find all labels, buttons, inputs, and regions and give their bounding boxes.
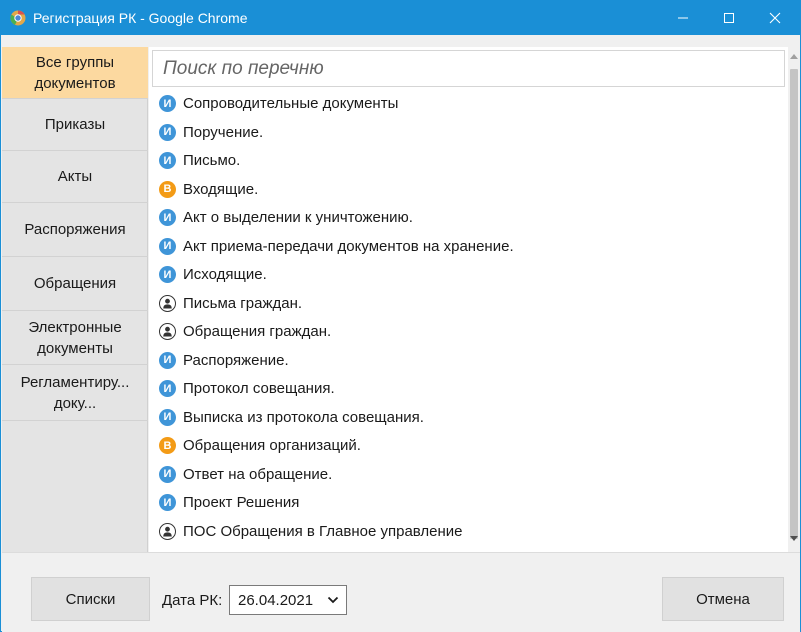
close-button[interactable] <box>752 1 798 35</box>
list-item[interactable]: Письма граждан. <box>149 290 787 318</box>
document-type-label: Поручение. <box>183 123 264 141</box>
date-value: 26.04.2021 <box>238 591 314 609</box>
type-i-badge-icon: И <box>159 266 176 283</box>
document-type-label: Ответ на обращение. <box>183 465 333 483</box>
sidebar-item-orders[interactable]: Приказы <box>2 99 148 151</box>
scrollbar-thumb[interactable] <box>790 69 798 539</box>
list-item[interactable]: И Ответ на обращение. <box>149 461 787 489</box>
person-icon <box>159 323 176 340</box>
list-item[interactable]: И Акт о выделении к уничтожению. <box>149 204 787 232</box>
sidebar-item-appeals[interactable]: Обращения <box>2 257 148 311</box>
document-list[interactable]: И Сопроводительные документы И Поручение. И П… <box>149 90 787 552</box>
lists-button[interactable]: Списки <box>31 577 150 621</box>
maximize-icon <box>724 13 734 23</box>
type-i-badge-icon: И <box>159 123 176 141</box>
title-bar[interactable]: Регистрация РК - Google Chrome <box>1 1 800 35</box>
document-type-label: Обращения граждан. <box>183 323 332 340</box>
document-type-label: Исходящие. <box>183 266 267 283</box>
type-b-badge-icon: В <box>159 437 176 454</box>
document-type-label: Выписка из протокола совещания. <box>183 408 424 426</box>
type-b-badge-icon: В <box>159 180 176 198</box>
sidebar-item-electronic-docs[interactable]: Электронные документы <box>2 311 148 365</box>
document-type-label: Обращения организаций. <box>183 437 361 454</box>
document-type-label: Входящие. <box>183 180 259 198</box>
type-i-badge-icon: И <box>159 351 176 369</box>
type-i-badge-icon: И <box>159 237 176 255</box>
group-sidebar: Все группы документов Приказы Акты Распо… <box>2 47 148 552</box>
document-type-label: Письма граждан. <box>183 294 303 312</box>
list-item[interactable]: И Проект Решения <box>149 489 787 517</box>
window-title: Регистрация РК - Google Chrome <box>33 10 248 26</box>
document-type-label: Проект Решения <box>183 494 300 511</box>
document-type-label: ПОС Обращения в Главное управление <box>183 522 463 540</box>
document-type-label: Акт о выделении к уничтожению. <box>183 209 413 226</box>
type-i-badge-icon: И <box>159 380 176 397</box>
browser-window: Регистрация РК - Google Chrome Все групп… <box>0 0 801 632</box>
list-item[interactable]: Обращения граждан. <box>149 318 787 346</box>
list-item[interactable]: И Протокол совещания. <box>149 375 787 403</box>
type-i-badge-icon: И <box>159 95 176 112</box>
triangle-down-icon <box>790 535 798 541</box>
list-item[interactable]: В Обращения организаций. <box>149 432 787 460</box>
triangle-up-icon <box>790 53 798 59</box>
cancel-button[interactable]: Отмена <box>662 577 784 621</box>
chevron-down-icon <box>327 596 339 604</box>
list-item[interactable]: И Выписка из протокола совещания. <box>149 404 787 432</box>
type-i-badge-icon: И <box>159 152 176 169</box>
document-list-panel: ИСопроводительные документыИПоручение.ИП… <box>149 47 800 552</box>
list-item[interactable]: ПОС Обращения в Главное управление <box>149 518 787 546</box>
person-icon <box>159 522 176 540</box>
list-item[interactable]: В Входящие. <box>149 176 787 204</box>
search-box[interactable] <box>152 50 785 87</box>
list-item[interactable]: И Письмо. <box>149 147 787 175</box>
minimize-icon <box>678 17 688 19</box>
type-i-badge-icon: И <box>159 408 176 426</box>
person-icon <box>159 294 176 312</box>
document-type-label: Акт приема-передачи документов на хранен… <box>183 237 514 255</box>
list-item[interactable]: И Исходящие. <box>149 261 787 289</box>
close-icon <box>769 12 781 24</box>
search-input[interactable] <box>163 57 774 80</box>
document-type-label: Сопроводительные документы <box>183 95 399 112</box>
type-i-badge-icon: И <box>159 465 176 483</box>
list-item[interactable]: И Акт приема-передачи документов на хране… <box>149 233 787 261</box>
minimize-button[interactable] <box>660 1 706 35</box>
date-label: Дата РК: <box>162 592 223 609</box>
list-item[interactable]: И Распоряжение. <box>149 347 787 375</box>
sidebar-item-all-groups[interactable]: Все группы документов <box>2 47 148 99</box>
vertical-scrollbar[interactable] <box>788 47 800 552</box>
sidebar-item-regulatory-docs[interactable]: Регламентиру... доку... <box>2 365 148 421</box>
scroll-down-arrow[interactable] <box>788 533 800 543</box>
dialog-footer: Списки Дата РК: 26.04.2021 Отмена <box>2 552 800 632</box>
date-select[interactable]: 26.04.2021 <box>229 585 347 615</box>
maximize-button[interactable] <box>706 1 752 35</box>
chrome-icon <box>10 10 26 26</box>
type-i-badge-icon: И <box>159 209 176 226</box>
list-item[interactable]: И Сопроводительные документы <box>149 90 787 118</box>
list-item[interactable]: И Поручение. <box>149 119 787 147</box>
document-type-label: Письмо. <box>183 152 241 169</box>
document-type-label: Распоряжение. <box>183 351 289 369</box>
sidebar-item-acts[interactable]: Акты <box>2 151 148 203</box>
scroll-up-arrow[interactable] <box>788 51 800 61</box>
type-i-badge-icon: И <box>159 494 176 511</box>
sidebar-item-dispositions[interactable]: Распоряжения <box>2 203 148 257</box>
document-type-label: Протокол совещания. <box>183 380 335 397</box>
